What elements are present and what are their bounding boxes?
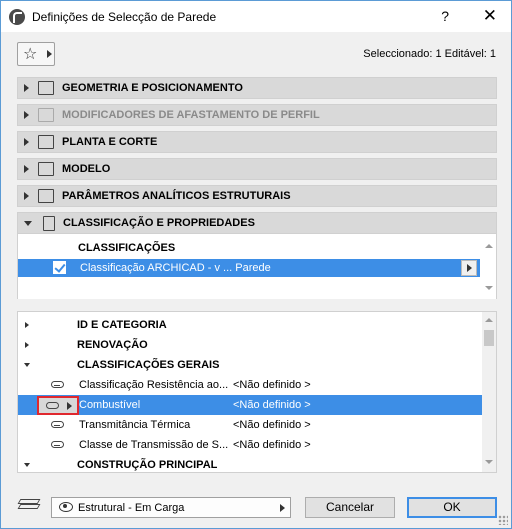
collapse-arrow-icon[interactable] <box>24 363 30 367</box>
scroll-up-arrow-icon[interactable] <box>485 316 493 324</box>
property-row[interactable]: Classificação Resistência ao... <Não def… <box>18 375 482 395</box>
link-icon <box>51 421 64 428</box>
classification-value: Classificação ARCHICAD - v ... Parede <box>80 262 271 274</box>
expand-arrow-icon <box>24 138 29 146</box>
section-label: PARÂMETROS ANALÍTICOS ESTRUTURAIS <box>62 190 291 202</box>
section-label: MODELO <box>62 163 111 175</box>
expand-arrow-icon[interactable] <box>25 342 29 348</box>
favorites-button[interactable]: ☆ <box>17 42 55 66</box>
expand-arrow-icon <box>24 84 29 92</box>
property-name: Transmitância Térmica <box>79 419 191 431</box>
help-button[interactable]: ? <box>441 8 449 24</box>
property-row[interactable]: Transmitância Térmica <Não definido > <box>18 415 482 435</box>
group-label: CLASSIFICAÇÕES GERAIS <box>77 359 220 371</box>
scroll-down-arrow-icon[interactable] <box>485 284 493 292</box>
properties-scrollbar[interactable] <box>482 312 496 472</box>
classifications-scrollbar[interactable] <box>482 234 496 299</box>
collapse-arrow-icon <box>24 220 32 226</box>
plan-section-icon <box>38 135 54 149</box>
eye-icon <box>59 502 73 512</box>
window-title: Definições de Selecção de Parede <box>32 9 217 24</box>
classification-dropdown-button[interactable] <box>461 260 477 276</box>
model-icon <box>38 162 54 176</box>
selection-info: Seleccionado: 1 Editável: 1 <box>363 48 496 60</box>
property-value[interactable]: <Não definido > <box>233 419 311 431</box>
ok-button[interactable]: OK <box>407 497 497 518</box>
property-group-row[interactable]: CLASSIFICAÇÕES GERAIS <box>18 355 482 375</box>
classifications-header: CLASSIFICAÇÕES <box>78 242 176 254</box>
property-group-row[interactable]: CONSTRUÇÃO PRINCIPAL <box>18 455 482 475</box>
section-model[interactable]: MODELO <box>17 158 497 180</box>
section-geometry[interactable]: GEOMETRIA E POSICIONAMENTO <box>17 77 497 99</box>
property-group-row[interactable]: ID E CATEGORIA <box>18 315 482 335</box>
expand-arrow-icon <box>24 165 29 173</box>
section-structural-analytics[interactable]: PARÂMETROS ANALÍTICOS ESTRUTURAIS <box>17 185 497 207</box>
scroll-down-arrow-icon[interactable] <box>485 458 493 466</box>
section-label: CLASSIFICAÇÃO E PROPRIEDADES <box>63 217 255 229</box>
link-icon <box>51 381 64 388</box>
close-button[interactable]: ✕ <box>483 6 497 26</box>
section-label: PLANTA E CORTE <box>62 136 158 148</box>
star-icon: ☆ <box>23 46 38 63</box>
layers-icon <box>17 498 41 512</box>
chevron-right-icon <box>47 50 52 58</box>
property-row[interactable]: Classe de Transmissão de S... <Não defin… <box>18 435 482 455</box>
section-profile-offset[interactable]: MODIFICADORES DE AFASTAMENTO DE PERFIL <box>17 104 497 126</box>
section-plan-section[interactable]: PLANTA E CORTE <box>17 131 497 153</box>
property-value[interactable]: <Não definido > <box>233 399 311 411</box>
property-name: Combustível <box>79 399 141 411</box>
expand-arrow-icon <box>24 192 29 200</box>
resize-grip-icon[interactable] <box>498 515 508 525</box>
group-label: CONSTRUÇÃO PRINCIPAL <box>77 459 218 471</box>
chevron-right-icon <box>67 402 72 410</box>
view-option-value: Estrutural - Em Carga <box>78 502 185 514</box>
property-value[interactable]: <Não definido > <box>233 379 311 391</box>
archicad-app-icon <box>9 8 25 25</box>
section-label: MODIFICADORES DE AFASTAMENTO DE PERFIL <box>62 109 320 121</box>
property-group-row[interactable]: RENOVAÇÃO <box>18 335 482 355</box>
property-row-selected[interactable]: Combustível <Não definido > <box>18 395 482 415</box>
group-label: ID E CATEGORIA <box>77 319 167 331</box>
link-dropdown-button[interactable] <box>37 396 79 415</box>
link-icon <box>46 402 59 409</box>
classification-checkbox[interactable] <box>53 261 66 274</box>
chevron-right-icon <box>280 504 285 512</box>
section-label: GEOMETRIA E POSICIONAMENTO <box>62 82 243 94</box>
title-bar: Definições de Selecção de Parede ? ✕ <box>1 1 511 32</box>
properties-list: ID E CATEGORIA RENOVAÇÃO CLASSIFICAÇÕES … <box>17 311 497 473</box>
profile-modifier-icon <box>38 108 54 122</box>
dialog-window: Definições de Selecção de Parede ? ✕ ☆ S… <box>0 0 512 529</box>
property-name: Classificação Resistência ao... <box>79 379 229 391</box>
section-classification-properties[interactable]: CLASSIFICAÇÃO E PROPRIEDADES <box>17 212 497 234</box>
property-value[interactable]: <Não definido > <box>233 439 311 451</box>
classifications-panel: CLASSIFICAÇÕES Classificação ARCHICAD - … <box>17 234 497 299</box>
expand-arrow-icon[interactable] <box>25 322 29 328</box>
classification-row[interactable]: Classificação ARCHICAD - v ... Parede <box>18 259 480 277</box>
link-icon <box>51 441 64 448</box>
scrollbar-thumb[interactable] <box>484 330 494 346</box>
collapse-arrow-icon[interactable] <box>24 463 30 467</box>
expand-arrow-icon <box>24 111 29 119</box>
view-option-combo[interactable]: Estrutural - Em Carga <box>51 497 291 518</box>
geometry-icon <box>38 81 54 95</box>
group-label: RENOVAÇÃO <box>77 339 148 351</box>
cancel-button[interactable]: Cancelar <box>305 497 395 518</box>
property-name: Classe de Transmissão de S... <box>79 439 229 451</box>
scroll-up-arrow-icon[interactable] <box>485 242 493 250</box>
document-icon <box>43 215 55 231</box>
structural-analytics-icon <box>38 189 54 203</box>
